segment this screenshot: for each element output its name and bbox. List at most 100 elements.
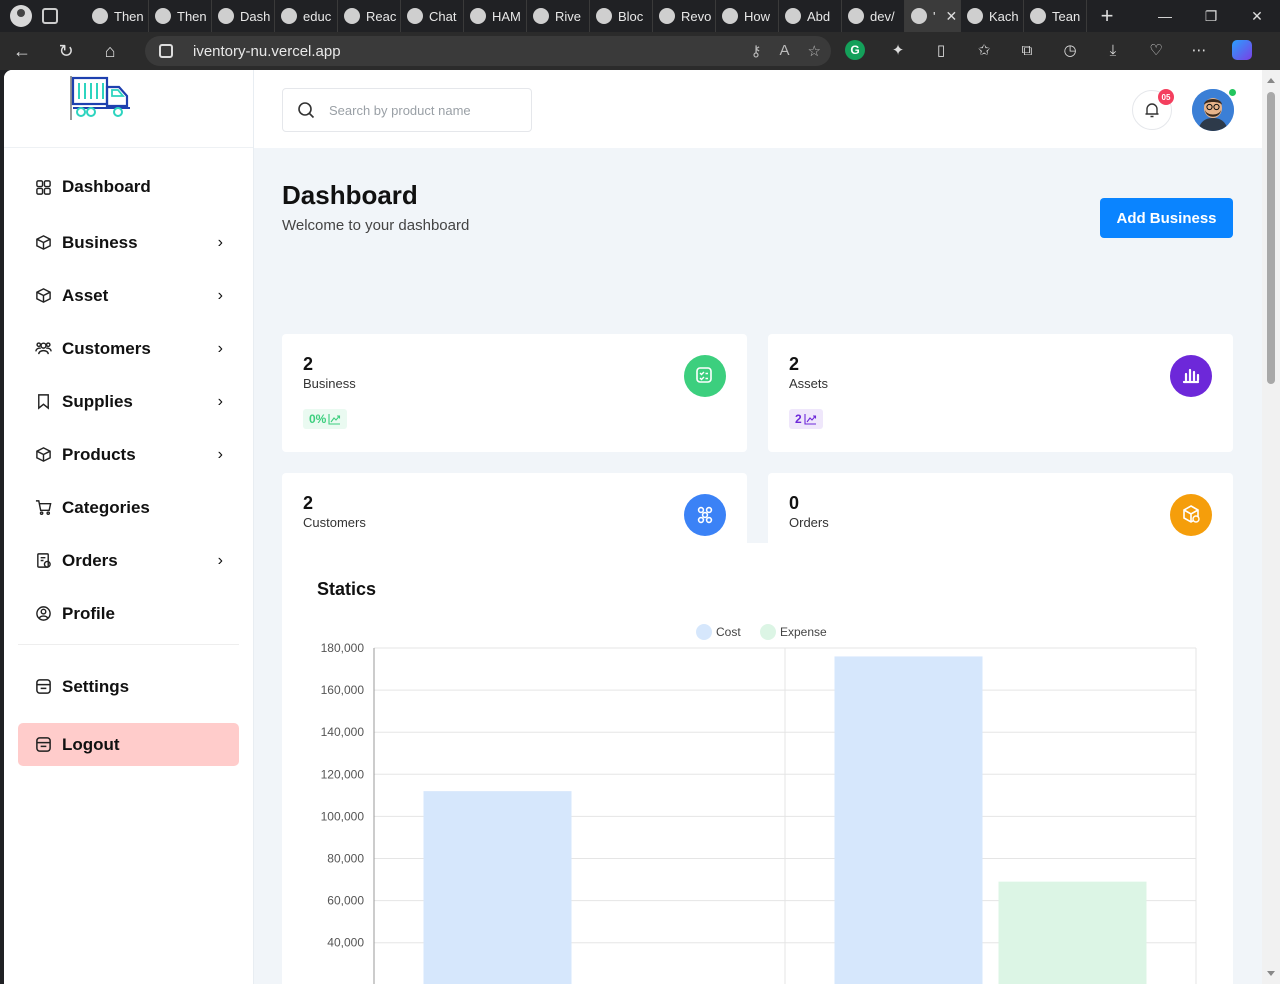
y-tick-label: 80,000 xyxy=(327,852,364,866)
key-icon[interactable]: ⚷ xyxy=(751,42,762,60)
favorite-icon[interactable]: ☆ xyxy=(808,42,821,60)
workspaces-icon[interactable] xyxy=(42,8,58,24)
y-tick-label: 100,000 xyxy=(321,809,365,823)
close-window-icon[interactable]: ✕ xyxy=(1234,0,1280,32)
browser-tab[interactable]: educ xyxy=(275,0,338,32)
page-scrollbar[interactable] xyxy=(1262,70,1280,984)
scroll-up-icon[interactable] xyxy=(1267,78,1275,83)
browser-tab[interactable]: Then xyxy=(149,0,212,32)
legend-swatch xyxy=(760,624,776,640)
nodes-icon xyxy=(697,506,713,524)
tab-label: Then xyxy=(114,8,144,24)
sidebar-item-dashboard[interactable]: Dashboard xyxy=(4,172,253,202)
read-aloud-icon[interactable]: A xyxy=(780,42,790,60)
sidebar-item-asset[interactable]: Asset › xyxy=(4,269,253,322)
sidebar-item-customers[interactable]: Customers › xyxy=(4,322,253,375)
avatar[interactable] xyxy=(1192,89,1234,131)
profile-area xyxy=(0,0,86,32)
scroll-thumb[interactable] xyxy=(1267,92,1275,384)
stat-icon-circle xyxy=(1170,494,1212,536)
sidebar-item-label: Products xyxy=(62,444,136,464)
trend-up-icon xyxy=(328,414,341,425)
youtube-icon xyxy=(722,8,738,24)
browser-tab[interactable]: dev/ xyxy=(842,0,905,32)
browser-tab[interactable]: Revo xyxy=(653,0,716,32)
collections-icon[interactable]: ⧉ xyxy=(1017,40,1037,60)
settings-label: Settings xyxy=(62,676,130,696)
stat-label: Customers xyxy=(303,515,366,530)
logout-icon xyxy=(36,737,51,752)
y-tick-label: 180,000 xyxy=(321,641,365,655)
profile-icon[interactable] xyxy=(10,5,32,27)
browser-tab[interactable]: Then xyxy=(86,0,149,32)
sidebar-item-business[interactable]: Business › xyxy=(4,216,253,269)
tab-label: Rive xyxy=(555,8,582,24)
bell-icon xyxy=(1145,103,1159,118)
performance-icon[interactable]: ♡ xyxy=(1146,40,1166,60)
chevron-right-icon: › xyxy=(217,339,223,357)
back-icon[interactable]: ← xyxy=(0,32,44,70)
search-input[interactable] xyxy=(329,102,519,118)
sidebar-item-label: Supplies xyxy=(62,391,133,411)
new-tab-icon[interactable]: + xyxy=(1087,3,1127,29)
downloads-icon[interactable]: ⤓ xyxy=(1103,40,1123,60)
reload-icon[interactable]: ↻ xyxy=(44,32,88,70)
sidebar: Dashboard Business › Asset › Customers › Suppli… xyxy=(4,70,254,984)
browser-tab[interactable]: ' ✕ xyxy=(905,0,961,32)
browser-tab[interactable]: Dash xyxy=(212,0,275,32)
chevron-right-icon: › xyxy=(217,392,223,410)
notification-badge: 05 xyxy=(1158,89,1174,105)
box-icon xyxy=(36,447,51,462)
copilot-icon[interactable] xyxy=(1232,40,1252,60)
browser-tab[interactable]: HAM xyxy=(464,0,527,32)
bar-expense xyxy=(998,881,1147,984)
logout-button[interactable]: Logout xyxy=(18,723,239,766)
sidebar-item-categories[interactable]: Categories xyxy=(4,481,253,534)
chevron-right-icon: › xyxy=(217,286,223,304)
stat-label: Orders xyxy=(789,515,829,530)
sidebar-item-orders[interactable]: Orders › xyxy=(4,534,253,587)
extensions-icon[interactable]: ✦ xyxy=(888,40,908,60)
more-icon[interactable]: ⋯ xyxy=(1189,40,1209,60)
home-icon[interactable]: ⌂ xyxy=(88,32,132,70)
lock-icon[interactable] xyxy=(159,44,173,58)
tab-label: educ xyxy=(303,8,332,24)
river-icon xyxy=(533,8,549,24)
browser-tab[interactable]: Tean xyxy=(1024,0,1087,32)
y-tick-label: 120,000 xyxy=(321,767,365,781)
grammarly-icon[interactable]: G xyxy=(845,40,865,60)
add-business-button[interactable]: Add Business xyxy=(1100,198,1233,238)
y-tick-label: 60,000 xyxy=(327,894,364,908)
favorites-icon[interactable]: ✩ xyxy=(974,40,994,60)
sidebar-menu: Dashboard Business › Asset › Customers › Suppli… xyxy=(4,148,253,640)
sidebar-item-label: Dashboard xyxy=(62,177,151,196)
sidebar-item-settings[interactable]: Settings xyxy=(4,660,253,713)
chevron-right-icon: › xyxy=(217,233,223,251)
stat-value: 2 xyxy=(303,493,314,513)
stat-icon-circle xyxy=(684,355,726,397)
stat-value: 2 xyxy=(789,354,800,374)
scroll-down-icon[interactable] xyxy=(1267,971,1275,976)
extensions-row: G ✦ ▯ ✩ ⧉ ◷ ⤓ ♡ ⋯ xyxy=(845,40,1252,60)
restore-icon[interactable]: ❐ xyxy=(1188,0,1234,32)
tab-label: dev/ xyxy=(870,8,895,24)
checklist-icon xyxy=(696,367,712,383)
browser-tab[interactable]: How xyxy=(716,0,779,32)
browser-tab[interactable]: Bloc xyxy=(590,0,653,32)
browser-tab[interactable]: Rive xyxy=(527,0,590,32)
browser-tab[interactable]: Chat xyxy=(401,0,464,32)
browser-tab[interactable]: Abd xyxy=(779,0,842,32)
sidebar-item-profile[interactable]: Profile xyxy=(4,587,253,640)
sidebar-item-products[interactable]: Products › xyxy=(4,428,253,481)
stat-icon-circle xyxy=(684,494,726,536)
vite-icon xyxy=(911,8,927,24)
sidebar-item-supplies[interactable]: Supplies › xyxy=(4,375,253,428)
browser-tab[interactable]: Reac xyxy=(338,0,401,32)
minimize-icon[interactable]: — xyxy=(1142,0,1188,32)
history-icon[interactable]: ◷ xyxy=(1060,40,1080,60)
browser-tab[interactable]: Kach xyxy=(961,0,1024,32)
url-field[interactable]: iventory-nu.vercel.app ⚷ A ☆ xyxy=(145,36,831,66)
grid-icon xyxy=(36,179,51,195)
close-tab-icon[interactable]: ✕ xyxy=(945,8,957,25)
split-screen-icon[interactable]: ▯ xyxy=(931,40,951,60)
